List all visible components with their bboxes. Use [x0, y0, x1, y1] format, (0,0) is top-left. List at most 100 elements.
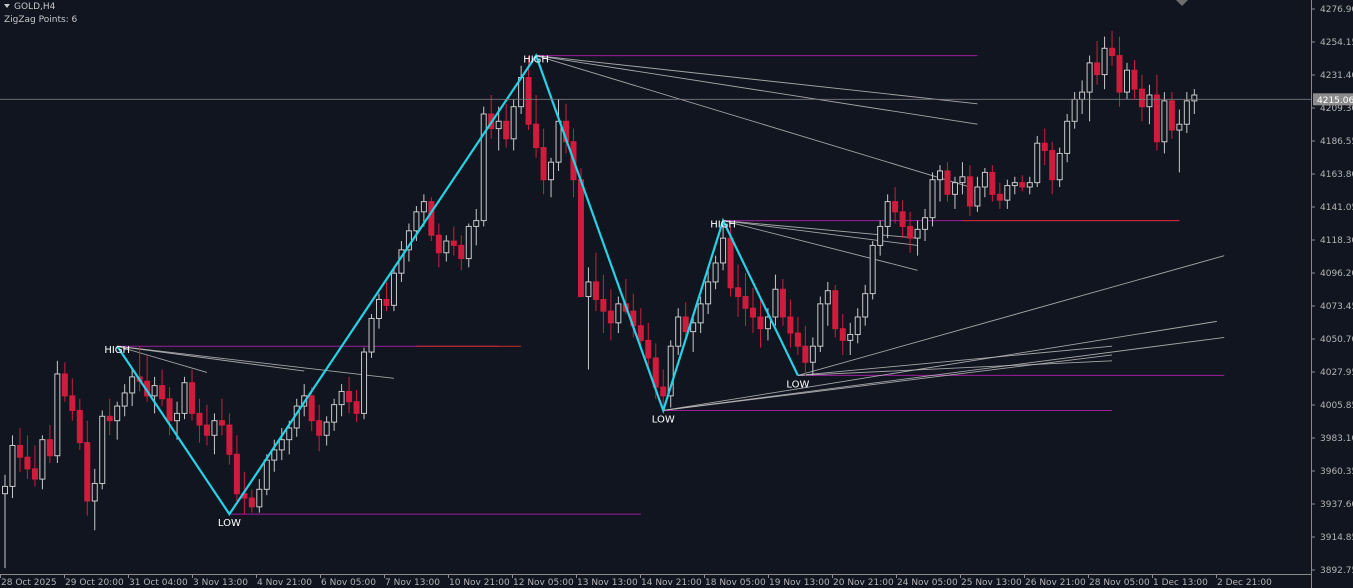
candle-body [742, 296, 749, 309]
price-tick-label: 4186.55 [1320, 137, 1353, 147]
candle-body [181, 382, 188, 414]
candle-body [750, 307, 756, 318]
candle-body [390, 272, 397, 306]
candle-body [892, 201, 899, 213]
candle-body [211, 420, 218, 436]
candle-body [24, 456, 31, 470]
price-tick-label: 4096.20 [1320, 269, 1353, 279]
candle-body [263, 459, 270, 490]
plot-background [0, 0, 1353, 588]
candle-body [420, 201, 427, 213]
price-tick-label: 3983.10 [1320, 434, 1353, 444]
candle-body [46, 439, 53, 457]
candle-body [682, 316, 689, 333]
candle-body [1146, 94, 1153, 108]
price-tick-label: 4118.30 [1320, 236, 1353, 246]
candle-body [331, 404, 338, 423]
candle-body [637, 325, 644, 341]
candle-body [450, 240, 457, 246]
candle-body [458, 244, 465, 260]
candle-body [802, 345, 809, 363]
candle-body [495, 120, 502, 130]
candle-body [286, 427, 293, 441]
candle-body [1056, 152, 1063, 181]
price-tick-label: 3914.85 [1320, 533, 1353, 543]
candle-body [854, 316, 861, 336]
candle-body [937, 170, 943, 181]
candle-body [1168, 100, 1175, 131]
price-tick-label: 4231.40 [1320, 71, 1353, 81]
candle-body [76, 409, 83, 444]
candle-body [1049, 150, 1056, 181]
candle-body [1041, 142, 1048, 152]
price-tick-label: 4073.45 [1320, 302, 1353, 312]
candle-body [256, 488, 263, 508]
candle-body [353, 401, 360, 414]
candle-body [1176, 123, 1183, 131]
time-tick-label: 24 Nov 05:00 [897, 578, 958, 588]
candle-body [9, 445, 16, 487]
candle-body [862, 293, 869, 318]
candle-body [607, 310, 614, 324]
candle-body [114, 405, 121, 422]
zigzag-high-label: HIGH [710, 220, 736, 231]
price-tick-label: 4141.05 [1320, 203, 1353, 213]
candle-body [39, 439, 46, 480]
current-price-label: 4215.06 [1317, 96, 1353, 106]
candle-body [824, 290, 831, 305]
candle-body [966, 176, 973, 207]
candle-body [712, 262, 719, 283]
candle-body [106, 415, 113, 422]
candle-body [84, 442, 91, 502]
candle-body [525, 76, 532, 125]
candle-body [809, 345, 816, 363]
price-tick-label: 3960.35 [1320, 467, 1353, 477]
candle-body [159, 385, 166, 400]
candle-body [757, 316, 764, 330]
candle-body [435, 234, 442, 254]
chart-symbol[interactable]: GOLD,H4 [4, 2, 55, 12]
time-tick-label: 29 Oct 20:00 [65, 578, 124, 588]
candle-body [196, 412, 203, 426]
time-tick-label: 28 Nov 05:00 [1089, 578, 1150, 588]
candle-body [944, 170, 951, 195]
time-tick-label: 26 Nov 21:00 [1025, 578, 1086, 588]
candle-body [383, 298, 390, 306]
time-tick-label: 20 Nov 21:00 [833, 578, 894, 588]
time-tick-label: 18 Nov 05:00 [705, 578, 766, 588]
candle-body [174, 412, 181, 422]
candle-body [794, 332, 801, 347]
candle-body [129, 376, 136, 394]
candle-body [248, 497, 255, 508]
candle-body [1101, 47, 1108, 76]
candle-body [233, 453, 240, 495]
candle-body [473, 220, 480, 227]
time-tick-label: 1 Dec 13:00 [1153, 578, 1208, 588]
price-chart[interactable]: HIGH LOW HIGH LOW HIGH LOW 4276.90 4254.15 4231… [0, 0, 1353, 588]
candle-body [1026, 182, 1033, 188]
candle-body [660, 386, 667, 397]
candle-body [645, 339, 652, 359]
candle-body [376, 298, 382, 319]
candle-body [540, 147, 547, 181]
candle-body [600, 298, 607, 312]
price-tick-label: 3892.75 [1320, 566, 1353, 576]
price-tick-label: 4163.80 [1320, 170, 1353, 180]
candle-body [316, 420, 323, 436]
dropdown-triangle-icon [4, 4, 10, 8]
candle-body [832, 290, 839, 330]
candle-body [413, 211, 420, 232]
time-tick-label: 14 Nov 21:00 [641, 578, 702, 588]
candle-body [1109, 47, 1116, 57]
candle-body [779, 288, 786, 318]
candle-body [869, 244, 876, 295]
zigzag-high-label: HIGH [104, 345, 130, 356]
candle-body [1079, 91, 1086, 100]
candle-body [1011, 182, 1018, 187]
candle-body [555, 120, 562, 163]
candle-body [720, 237, 727, 264]
candle-body [615, 303, 622, 324]
candle-body [1183, 100, 1190, 125]
price-tick-label: 4050.70 [1320, 335, 1353, 345]
candle-body [899, 211, 906, 227]
